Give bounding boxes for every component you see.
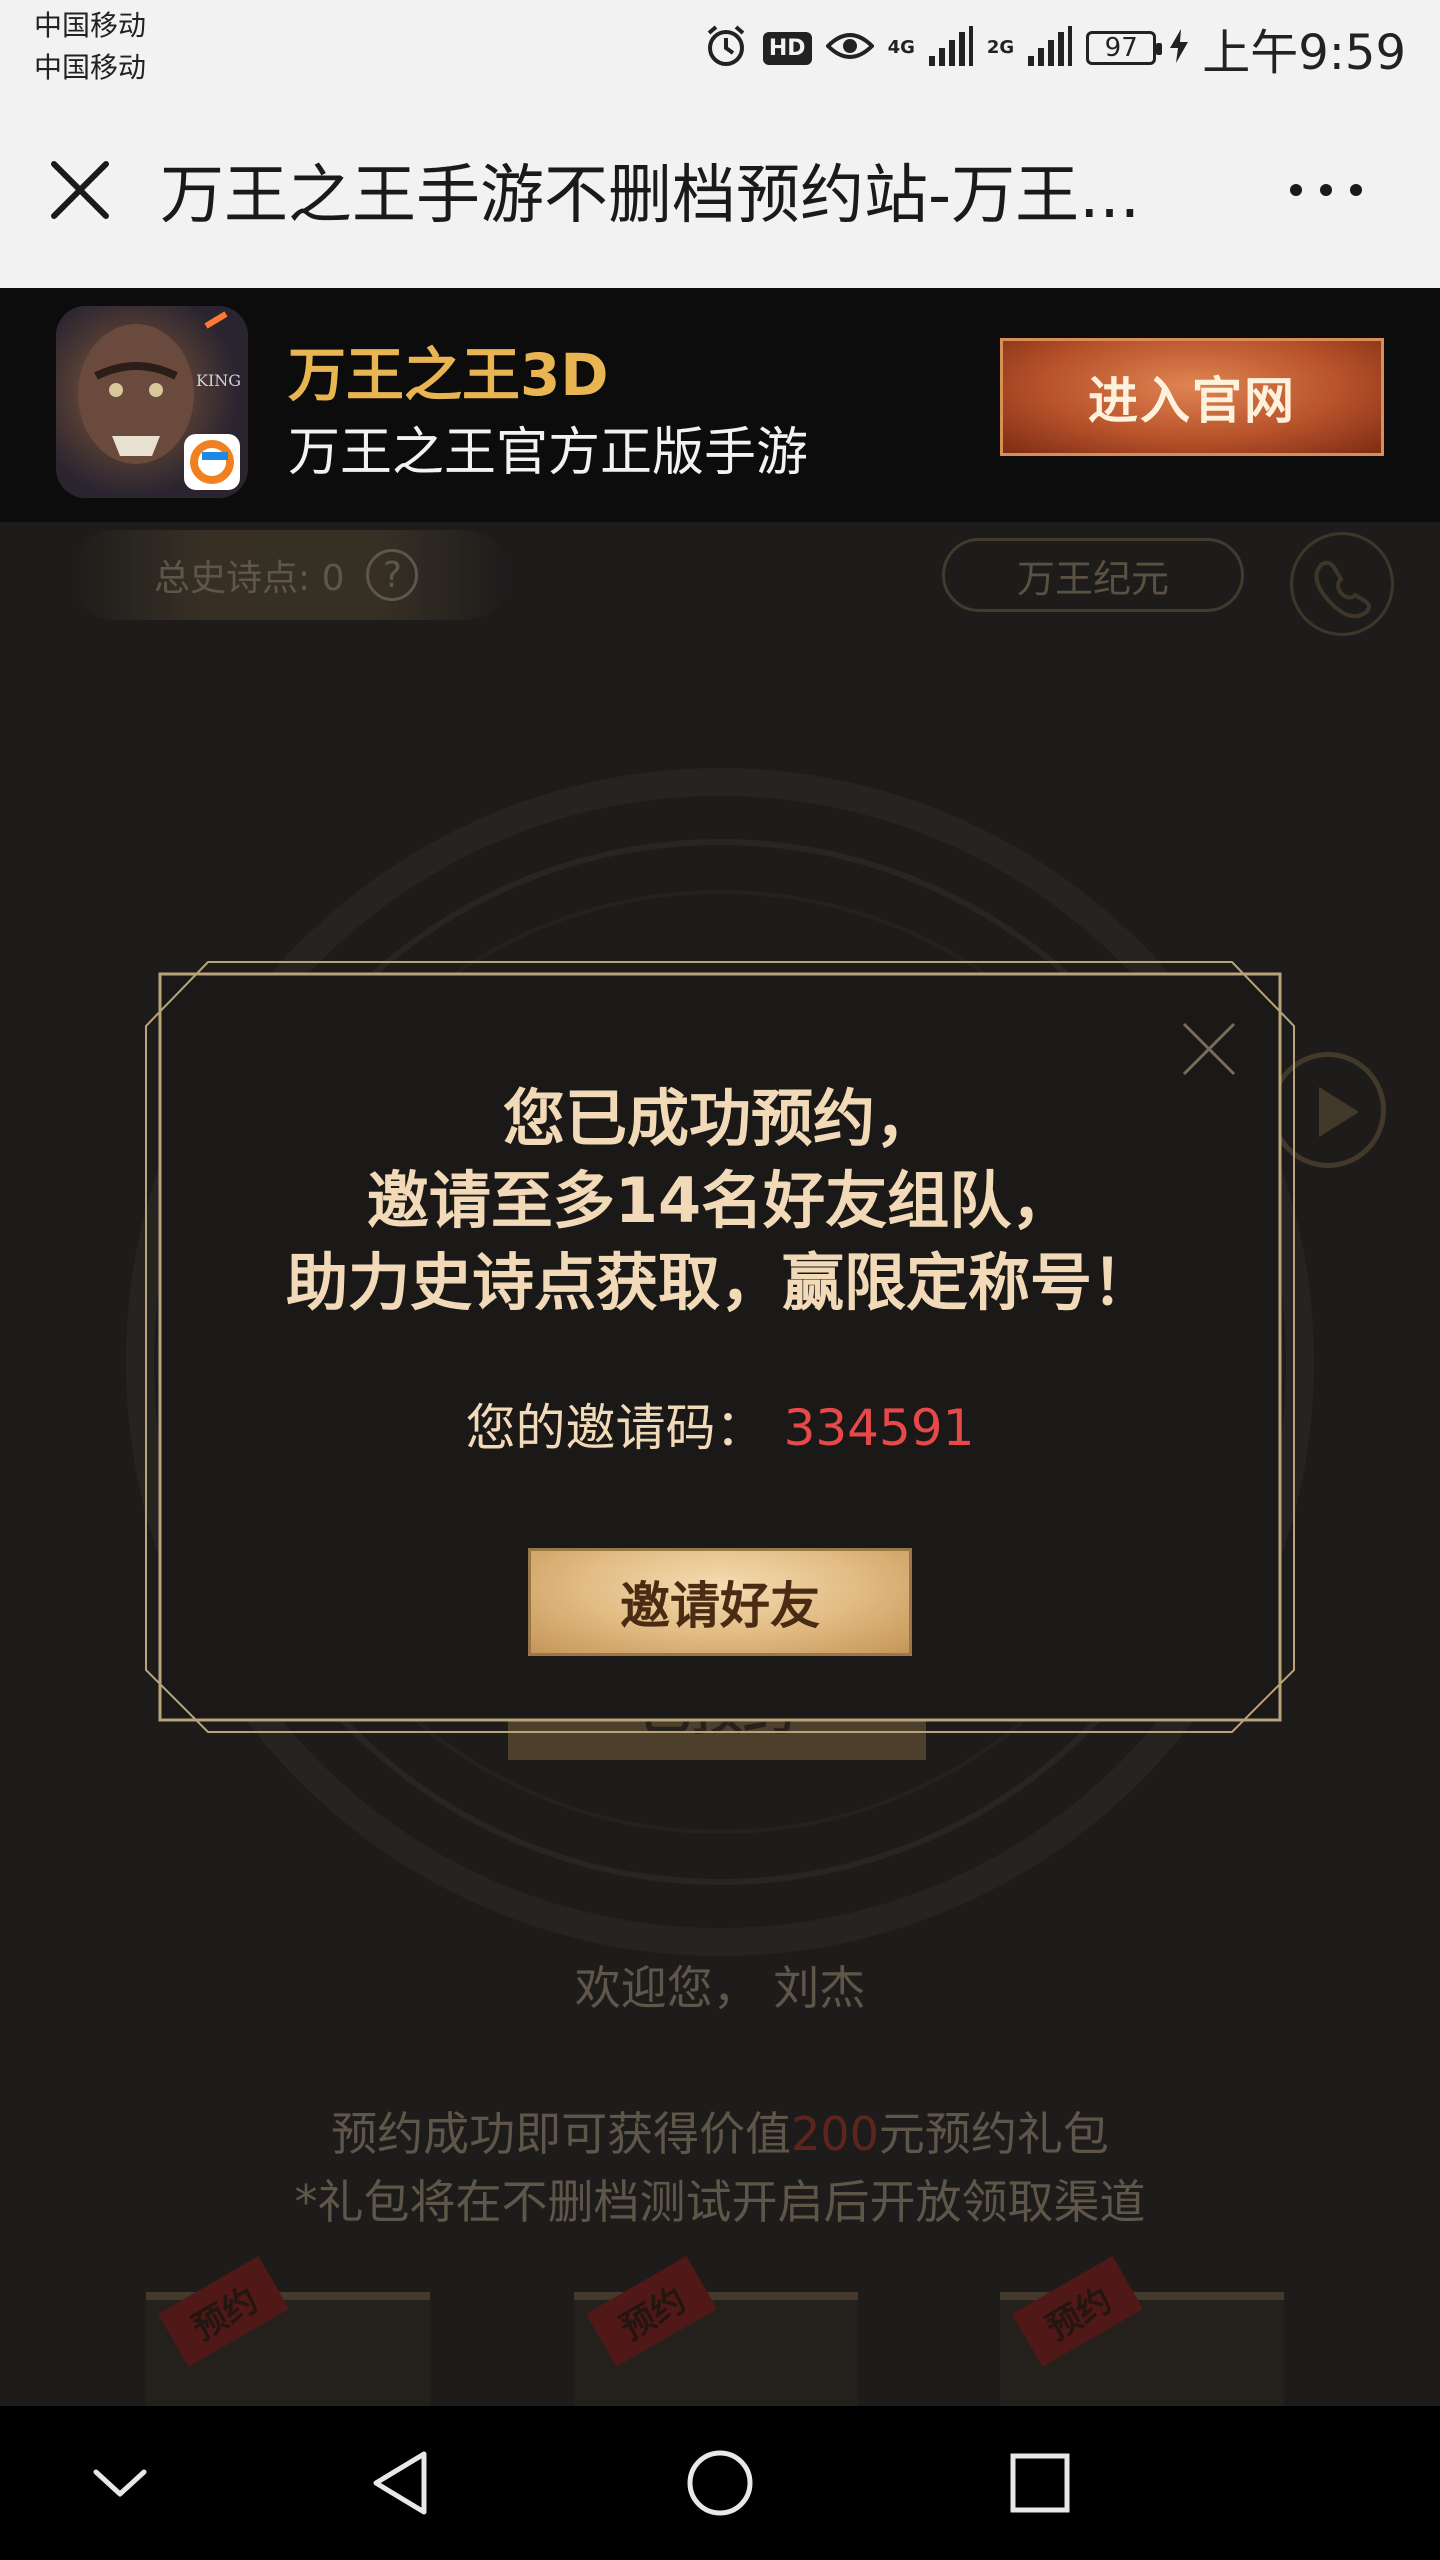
recents-icon[interactable] <box>970 2406 1110 2560</box>
clock: 上午9:59 <box>1202 25 1406 81</box>
home-icon[interactable] <box>650 2406 790 2560</box>
close-icon[interactable] <box>48 158 112 222</box>
carrier-1: 中国移动 <box>34 9 147 42</box>
eye-icon <box>824 28 875 68</box>
app-download-banner: KING 万王之王3D 万王之王官方正版手游 进入官网 <box>0 288 1440 522</box>
modal-line-1: 您已成功预约， <box>502 1082 937 1155</box>
status-bar: 中国移动 中国移动 HD 4G 2G 97 上午9:59 <box>0 0 1440 96</box>
app-name: 万王之王3D <box>288 341 609 409</box>
network-type-1: 4G <box>887 37 915 58</box>
carrier-2: 中国移动 <box>34 51 147 84</box>
invite-friends-button[interactable]: 邀请好友 <box>528 1548 912 1656</box>
signal-icon-2 <box>1028 26 1073 70</box>
chevron-down-icon[interactable] <box>50 2406 190 2560</box>
invite-code-row: 您的邀请码： 334591 <box>144 1388 1296 1460</box>
status-indicators: HD 4G 2G 97 上午9:59 <box>703 18 1406 81</box>
app-icon[interactable]: KING <box>56 306 248 498</box>
page-title: 万王之王手游不删档预约站-万王... <box>160 159 1141 233</box>
invite-modal: 您已成功预约， 邀请至多14名好友组队， 助力史诗点获取，赢限定称号！ 您的邀请… <box>144 958 1296 1736</box>
modal-line-2: 邀请至多14名好友组队， <box>366 1164 1074 1237</box>
modal-message: 您已成功预约， 邀请至多14名好友组队， 助力史诗点获取，赢限定称号！ <box>144 1078 1296 1324</box>
back-icon[interactable] <box>330 2406 470 2560</box>
modal-line-3: 助力史诗点获取，赢限定称号！ <box>285 1246 1154 1319</box>
charging-icon <box>1170 29 1189 67</box>
app-icon-text: KING <box>196 371 241 390</box>
hd-badge: HD <box>762 31 812 65</box>
alarm-icon <box>703 23 749 73</box>
network-type-2: 2G <box>986 37 1015 58</box>
signal-icon <box>928 26 973 70</box>
invite-code-value: 334591 <box>783 1399 975 1457</box>
invite-code-label: 您的邀请码： <box>465 1399 766 1457</box>
enter-official-site-button[interactable]: 进入官网 <box>1000 338 1384 456</box>
battery-indicator: 97 <box>1086 31 1163 65</box>
app-subtitle: 万王之王官方正版手游 <box>288 423 809 483</box>
browser-title-bar: 万王之王手游不删档预约站-万王... <box>0 96 1440 288</box>
more-icon[interactable] <box>1286 174 1366 206</box>
modal-close-icon[interactable] <box>1180 1020 1238 1078</box>
system-navigation-bar <box>0 2406 1440 2560</box>
